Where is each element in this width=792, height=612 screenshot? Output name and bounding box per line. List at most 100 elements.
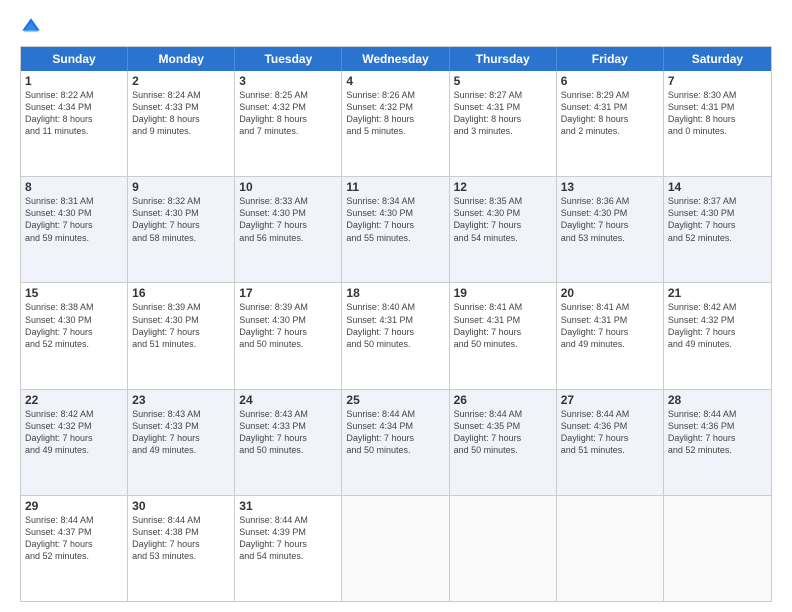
calendar-cell: 11Sunrise: 8:34 AM Sunset: 4:30 PM Dayli… <box>342 177 449 282</box>
day-number: 23 <box>132 393 230 407</box>
calendar-cell: 28Sunrise: 8:44 AM Sunset: 4:36 PM Dayli… <box>664 390 771 495</box>
day-number: 25 <box>346 393 444 407</box>
day-number: 5 <box>454 74 552 88</box>
calendar-cell <box>557 496 664 601</box>
day-info: Sunrise: 8:44 AM Sunset: 4:36 PM Dayligh… <box>668 408 767 457</box>
day-number: 26 <box>454 393 552 407</box>
day-number: 27 <box>561 393 659 407</box>
calendar-cell: 6Sunrise: 8:29 AM Sunset: 4:31 PM Daylig… <box>557 71 664 176</box>
day-info: Sunrise: 8:22 AM Sunset: 4:34 PM Dayligh… <box>25 89 123 138</box>
calendar-cell <box>450 496 557 601</box>
day-number: 28 <box>668 393 767 407</box>
day-number: 11 <box>346 180 444 194</box>
calendar-cell: 22Sunrise: 8:42 AM Sunset: 4:32 PM Dayli… <box>21 390 128 495</box>
calendar-cell: 31Sunrise: 8:44 AM Sunset: 4:39 PM Dayli… <box>235 496 342 601</box>
calendar-cell: 29Sunrise: 8:44 AM Sunset: 4:37 PM Dayli… <box>21 496 128 601</box>
day-info: Sunrise: 8:40 AM Sunset: 4:31 PM Dayligh… <box>346 301 444 350</box>
day-info: Sunrise: 8:32 AM Sunset: 4:30 PM Dayligh… <box>132 195 230 244</box>
day-info: Sunrise: 8:39 AM Sunset: 4:30 PM Dayligh… <box>132 301 230 350</box>
calendar-cell: 25Sunrise: 8:44 AM Sunset: 4:34 PM Dayli… <box>342 390 449 495</box>
day-info: Sunrise: 8:30 AM Sunset: 4:31 PM Dayligh… <box>668 89 767 138</box>
day-info: Sunrise: 8:41 AM Sunset: 4:31 PM Dayligh… <box>454 301 552 350</box>
day-info: Sunrise: 8:29 AM Sunset: 4:31 PM Dayligh… <box>561 89 659 138</box>
day-info: Sunrise: 8:35 AM Sunset: 4:30 PM Dayligh… <box>454 195 552 244</box>
day-number: 30 <box>132 499 230 513</box>
day-number: 6 <box>561 74 659 88</box>
calendar-cell: 7Sunrise: 8:30 AM Sunset: 4:31 PM Daylig… <box>664 71 771 176</box>
calendar-cell: 20Sunrise: 8:41 AM Sunset: 4:31 PM Dayli… <box>557 283 664 388</box>
day-info: Sunrise: 8:37 AM Sunset: 4:30 PM Dayligh… <box>668 195 767 244</box>
calendar-cell: 1Sunrise: 8:22 AM Sunset: 4:34 PM Daylig… <box>21 71 128 176</box>
day-info: Sunrise: 8:39 AM Sunset: 4:30 PM Dayligh… <box>239 301 337 350</box>
day-info: Sunrise: 8:26 AM Sunset: 4:32 PM Dayligh… <box>346 89 444 138</box>
calendar-cell: 16Sunrise: 8:39 AM Sunset: 4:30 PM Dayli… <box>128 283 235 388</box>
calendar-cell: 9Sunrise: 8:32 AM Sunset: 4:30 PM Daylig… <box>128 177 235 282</box>
day-number: 16 <box>132 286 230 300</box>
header-monday: Monday <box>128 47 235 71</box>
calendar-cell: 23Sunrise: 8:43 AM Sunset: 4:33 PM Dayli… <box>128 390 235 495</box>
header-wednesday: Wednesday <box>342 47 449 71</box>
calendar-row-3: 15Sunrise: 8:38 AM Sunset: 4:30 PM Dayli… <box>21 283 771 389</box>
calendar-cell <box>342 496 449 601</box>
calendar-header: SundayMondayTuesdayWednesdayThursdayFrid… <box>21 47 771 71</box>
day-number: 12 <box>454 180 552 194</box>
calendar-cell: 18Sunrise: 8:40 AM Sunset: 4:31 PM Dayli… <box>342 283 449 388</box>
day-number: 17 <box>239 286 337 300</box>
header-thursday: Thursday <box>450 47 557 71</box>
day-number: 9 <box>132 180 230 194</box>
day-info: Sunrise: 8:44 AM Sunset: 4:39 PM Dayligh… <box>239 514 337 563</box>
calendar-row-5: 29Sunrise: 8:44 AM Sunset: 4:37 PM Dayli… <box>21 496 771 601</box>
day-info: Sunrise: 8:43 AM Sunset: 4:33 PM Dayligh… <box>239 408 337 457</box>
day-info: Sunrise: 8:33 AM Sunset: 4:30 PM Dayligh… <box>239 195 337 244</box>
calendar-row-4: 22Sunrise: 8:42 AM Sunset: 4:32 PM Dayli… <box>21 390 771 496</box>
calendar-cell: 27Sunrise: 8:44 AM Sunset: 4:36 PM Dayli… <box>557 390 664 495</box>
day-number: 29 <box>25 499 123 513</box>
day-number: 2 <box>132 74 230 88</box>
day-info: Sunrise: 8:41 AM Sunset: 4:31 PM Dayligh… <box>561 301 659 350</box>
day-number: 19 <box>454 286 552 300</box>
header-saturday: Saturday <box>664 47 771 71</box>
calendar: SundayMondayTuesdayWednesdayThursdayFrid… <box>20 46 772 602</box>
calendar-cell: 4Sunrise: 8:26 AM Sunset: 4:32 PM Daylig… <box>342 71 449 176</box>
day-number: 21 <box>668 286 767 300</box>
day-info: Sunrise: 8:36 AM Sunset: 4:30 PM Dayligh… <box>561 195 659 244</box>
calendar-cell: 8Sunrise: 8:31 AM Sunset: 4:30 PM Daylig… <box>21 177 128 282</box>
day-info: Sunrise: 8:44 AM Sunset: 4:37 PM Dayligh… <box>25 514 123 563</box>
day-number: 7 <box>668 74 767 88</box>
day-number: 13 <box>561 180 659 194</box>
day-info: Sunrise: 8:44 AM Sunset: 4:36 PM Dayligh… <box>561 408 659 457</box>
day-info: Sunrise: 8:44 AM Sunset: 4:38 PM Dayligh… <box>132 514 230 563</box>
day-number: 14 <box>668 180 767 194</box>
day-number: 24 <box>239 393 337 407</box>
calendar-cell: 30Sunrise: 8:44 AM Sunset: 4:38 PM Dayli… <box>128 496 235 601</box>
calendar-cell: 17Sunrise: 8:39 AM Sunset: 4:30 PM Dayli… <box>235 283 342 388</box>
day-info: Sunrise: 8:24 AM Sunset: 4:33 PM Dayligh… <box>132 89 230 138</box>
calendar-cell <box>664 496 771 601</box>
calendar-cell: 3Sunrise: 8:25 AM Sunset: 4:32 PM Daylig… <box>235 71 342 176</box>
day-number: 10 <box>239 180 337 194</box>
calendar-cell: 24Sunrise: 8:43 AM Sunset: 4:33 PM Dayli… <box>235 390 342 495</box>
calendar-cell: 12Sunrise: 8:35 AM Sunset: 4:30 PM Dayli… <box>450 177 557 282</box>
day-info: Sunrise: 8:38 AM Sunset: 4:30 PM Dayligh… <box>25 301 123 350</box>
day-number: 18 <box>346 286 444 300</box>
day-number: 22 <box>25 393 123 407</box>
day-info: Sunrise: 8:43 AM Sunset: 4:33 PM Dayligh… <box>132 408 230 457</box>
day-number: 20 <box>561 286 659 300</box>
day-info: Sunrise: 8:44 AM Sunset: 4:34 PM Dayligh… <box>346 408 444 457</box>
calendar-cell: 14Sunrise: 8:37 AM Sunset: 4:30 PM Dayli… <box>664 177 771 282</box>
calendar-cell: 10Sunrise: 8:33 AM Sunset: 4:30 PM Dayli… <box>235 177 342 282</box>
calendar-cell: 5Sunrise: 8:27 AM Sunset: 4:31 PM Daylig… <box>450 71 557 176</box>
day-number: 3 <box>239 74 337 88</box>
header-sunday: Sunday <box>21 47 128 71</box>
day-info: Sunrise: 8:34 AM Sunset: 4:30 PM Dayligh… <box>346 195 444 244</box>
calendar-cell: 15Sunrise: 8:38 AM Sunset: 4:30 PM Dayli… <box>21 283 128 388</box>
day-number: 1 <box>25 74 123 88</box>
header <box>20 16 772 38</box>
calendar-cell: 26Sunrise: 8:44 AM Sunset: 4:35 PM Dayli… <box>450 390 557 495</box>
calendar-cell: 13Sunrise: 8:36 AM Sunset: 4:30 PM Dayli… <box>557 177 664 282</box>
day-number: 15 <box>25 286 123 300</box>
header-tuesday: Tuesday <box>235 47 342 71</box>
day-number: 8 <box>25 180 123 194</box>
day-info: Sunrise: 8:27 AM Sunset: 4:31 PM Dayligh… <box>454 89 552 138</box>
logo <box>20 16 46 38</box>
